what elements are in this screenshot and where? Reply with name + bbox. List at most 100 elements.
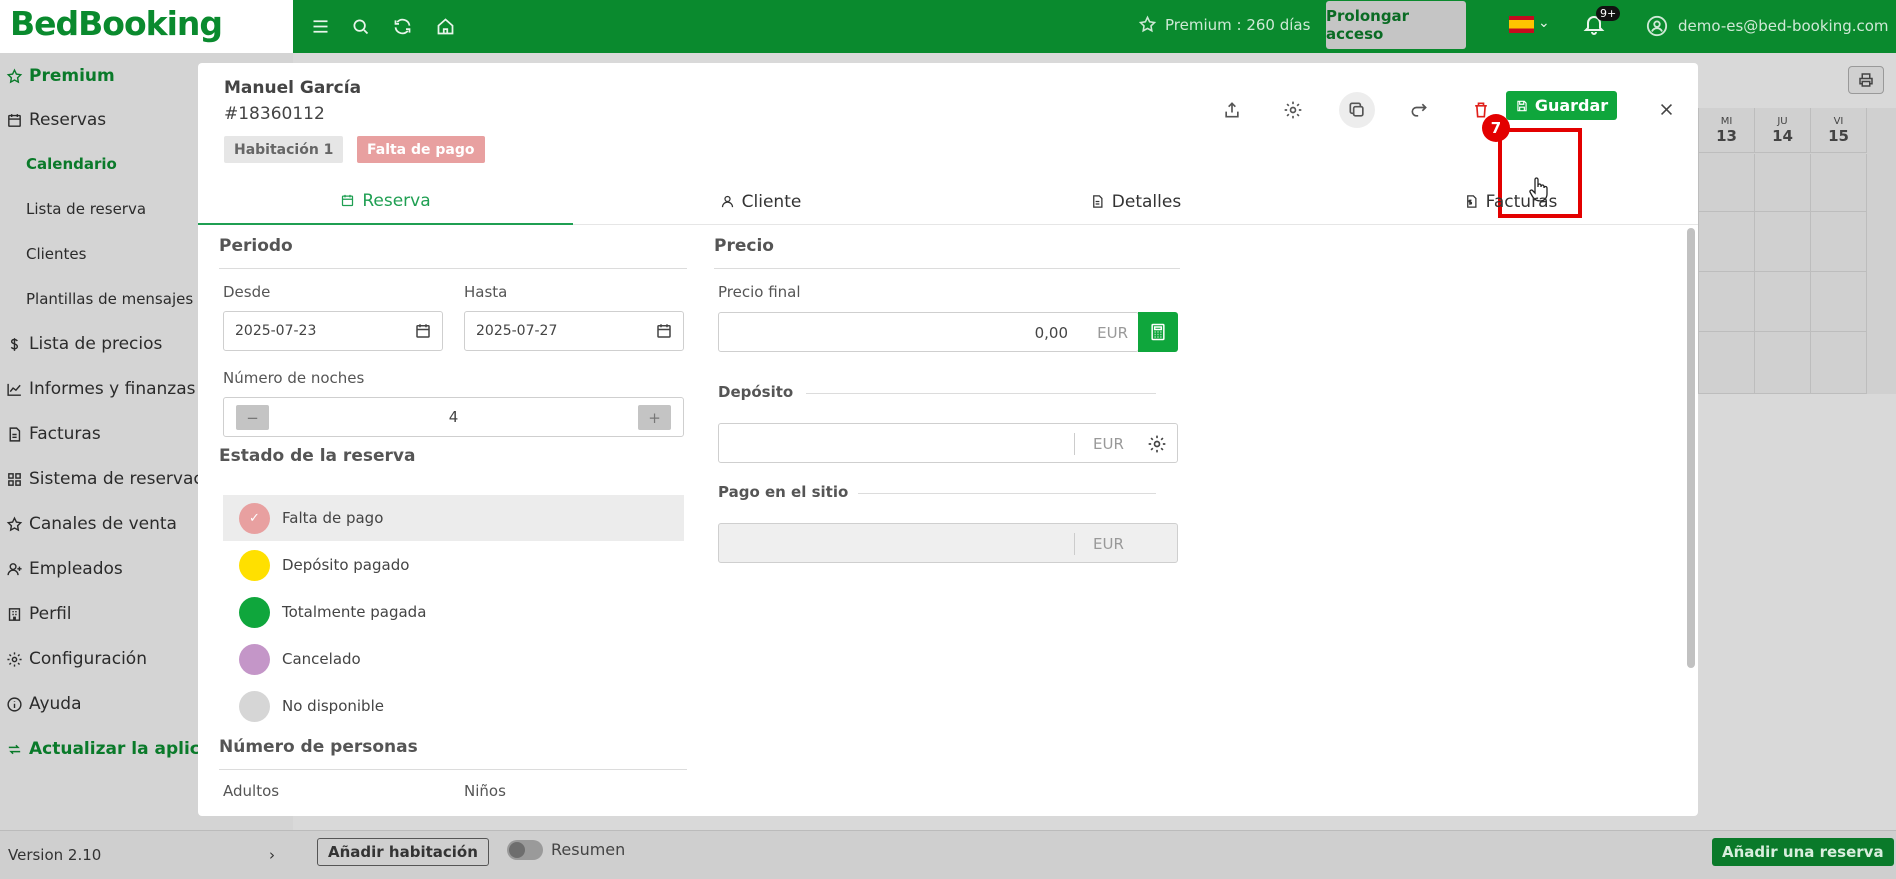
calendar-icon (342, 194, 354, 207)
printer-icon (1859, 73, 1873, 87)
chevron-right-icon[interactable]: › (269, 846, 275, 864)
room-badge: Habitación 1 (224, 136, 344, 163)
search-icon[interactable] (346, 12, 374, 40)
adults-label: Adultos (223, 782, 280, 800)
star-icon (1138, 15, 1157, 33)
calendar-icon[interactable] (414, 322, 432, 340)
calendar-cell[interactable] (1755, 272, 1811, 332)
status-option-falta-pago[interactable]: ✓ Falta de pago (223, 495, 684, 541)
tab-label: Reserva (362, 190, 431, 211)
sidebar-sub-clientes[interactable]: Clientes (26, 245, 86, 263)
tab-facturas[interactable]: Facturas (1323, 178, 1698, 225)
increment-button[interactable]: + (638, 405, 671, 430)
refresh-icon[interactable] (388, 12, 416, 40)
calendar-cell[interactable] (1755, 154, 1811, 212)
to-date-value: 2025-07-27 (476, 323, 558, 339)
sidebar-item-label: Lista de precios (29, 334, 163, 354)
calculator-button[interactable] (1138, 312, 1178, 352)
calendar-cell[interactable] (1699, 332, 1755, 394)
tab-detalles[interactable]: Detalles (948, 178, 1323, 225)
deposit-label: Depósito (718, 383, 794, 401)
export-button[interactable] (1214, 92, 1250, 128)
print-button[interactable] (1848, 66, 1884, 94)
status-label: Depósito pagado (282, 556, 410, 574)
brand-logo[interactable]: BedBooking (10, 4, 223, 43)
status-option-cancelado[interactable]: Cancelado (223, 636, 684, 682)
to-date-input[interactable]: 2025-07-27 (464, 311, 684, 351)
spain-flag-icon[interactable] (1509, 16, 1534, 33)
calendar-cell[interactable] (1811, 212, 1867, 272)
user-menu[interactable]: demo-es@bed-booking.com (1646, 15, 1889, 37)
chevron-down-icon[interactable]: ⌄ (1538, 15, 1550, 31)
invoice-icon (1466, 195, 1477, 208)
modal-scrollbar[interactable] (1687, 228, 1695, 668)
calendar-cell[interactable] (1699, 212, 1755, 272)
currency-label: EUR (1093, 435, 1124, 453)
day-number: 15 (1828, 127, 1849, 145)
invoice-icon (0, 426, 29, 443)
status-option-deposito-pagado[interactable]: Depósito pagado (223, 542, 684, 588)
calendar-cell[interactable] (1811, 154, 1867, 212)
calendar-cell[interactable] (1755, 212, 1811, 272)
status-label: Totalmente pagada (282, 603, 427, 621)
tab-label: Detalles (1111, 191, 1182, 212)
close-button[interactable] (1651, 94, 1681, 124)
calendar-day-header: JU 14 (1755, 108, 1811, 153)
add-reservation-button[interactable]: Añadir una reserva (1712, 838, 1894, 866)
share-button[interactable] (1401, 92, 1437, 128)
nights-label: Número de noches (223, 369, 365, 387)
sidebar-sub-lista-reserva[interactable]: Lista de reserva (26, 200, 146, 218)
final-price-input[interactable]: 0,00 EUR (718, 312, 1139, 352)
tab-reserva[interactable]: Reserva (198, 178, 573, 225)
calendar-cell[interactable] (1699, 154, 1755, 212)
sidebar-sub-calendario[interactable]: Calendario (26, 155, 117, 173)
calendar-cell[interactable] (1811, 332, 1867, 394)
copy-icon (1349, 102, 1364, 117)
calendar-icon[interactable] (655, 322, 673, 340)
save-icon (1517, 100, 1527, 111)
star-icon (0, 515, 29, 533)
chart-icon (0, 381, 29, 398)
version-footer[interactable]: Version 2.10 › (0, 830, 293, 879)
menu-icon[interactable] (306, 12, 334, 40)
gear-icon[interactable] (1147, 434, 1167, 454)
nights-value[interactable]: 4 (224, 408, 683, 426)
from-date-input[interactable]: 2025-07-23 (223, 311, 443, 351)
upload-icon (1225, 102, 1239, 118)
tab-cliente[interactable]: Cliente (573, 178, 948, 225)
calendar-cell[interactable] (1811, 272, 1867, 332)
status-label: No disponible (282, 697, 384, 715)
sidebar-item-label: Configuración (29, 649, 147, 669)
booking-modal: Manuel García #18360112 Habitación 1 Fal… (198, 63, 1698, 816)
day-number: 14 (1772, 127, 1793, 145)
calculator-icon (1151, 323, 1165, 341)
nights-stepper: − 4 + (223, 397, 684, 437)
calendar-cell[interactable] (1755, 332, 1811, 394)
save-button[interactable]: Guardar (1506, 91, 1617, 120)
sync-icon (0, 741, 29, 758)
deposit-input[interactable]: EUR (718, 423, 1178, 463)
summary-toggle[interactable] (507, 840, 543, 860)
calendar-cell[interactable] (1699, 272, 1755, 332)
document-icon (1092, 195, 1103, 208)
info-icon (0, 696, 29, 713)
status-option-totalmente-pagada[interactable]: Totalmente pagada (223, 589, 684, 635)
sidebar-sub-plantillas[interactable]: Plantillas de mensajes (26, 290, 193, 308)
copy-button[interactable] (1339, 92, 1375, 128)
input-separator (1074, 533, 1075, 555)
check-icon: ✓ (239, 502, 270, 534)
status-title: Estado de la reserva (219, 446, 416, 466)
section-divider (714, 268, 1180, 269)
calendar-day-header: MI 13 (1699, 108, 1755, 153)
premium-text: Premium : 260 días (1165, 15, 1311, 34)
settings-button[interactable] (1275, 92, 1311, 128)
prolong-access-button[interactable]: Prolongar acceso (1326, 1, 1466, 49)
section-divider (858, 493, 1156, 494)
status-option-no-disponible[interactable]: No disponible (223, 683, 684, 729)
home-icon[interactable] (431, 12, 459, 40)
notification-badge: 9+ (1596, 6, 1621, 21)
status-label: Falta de pago (282, 509, 384, 527)
from-label: Desde (223, 283, 271, 301)
add-room-button[interactable]: Añadir habitación (317, 838, 489, 866)
status-dot (239, 549, 270, 581)
